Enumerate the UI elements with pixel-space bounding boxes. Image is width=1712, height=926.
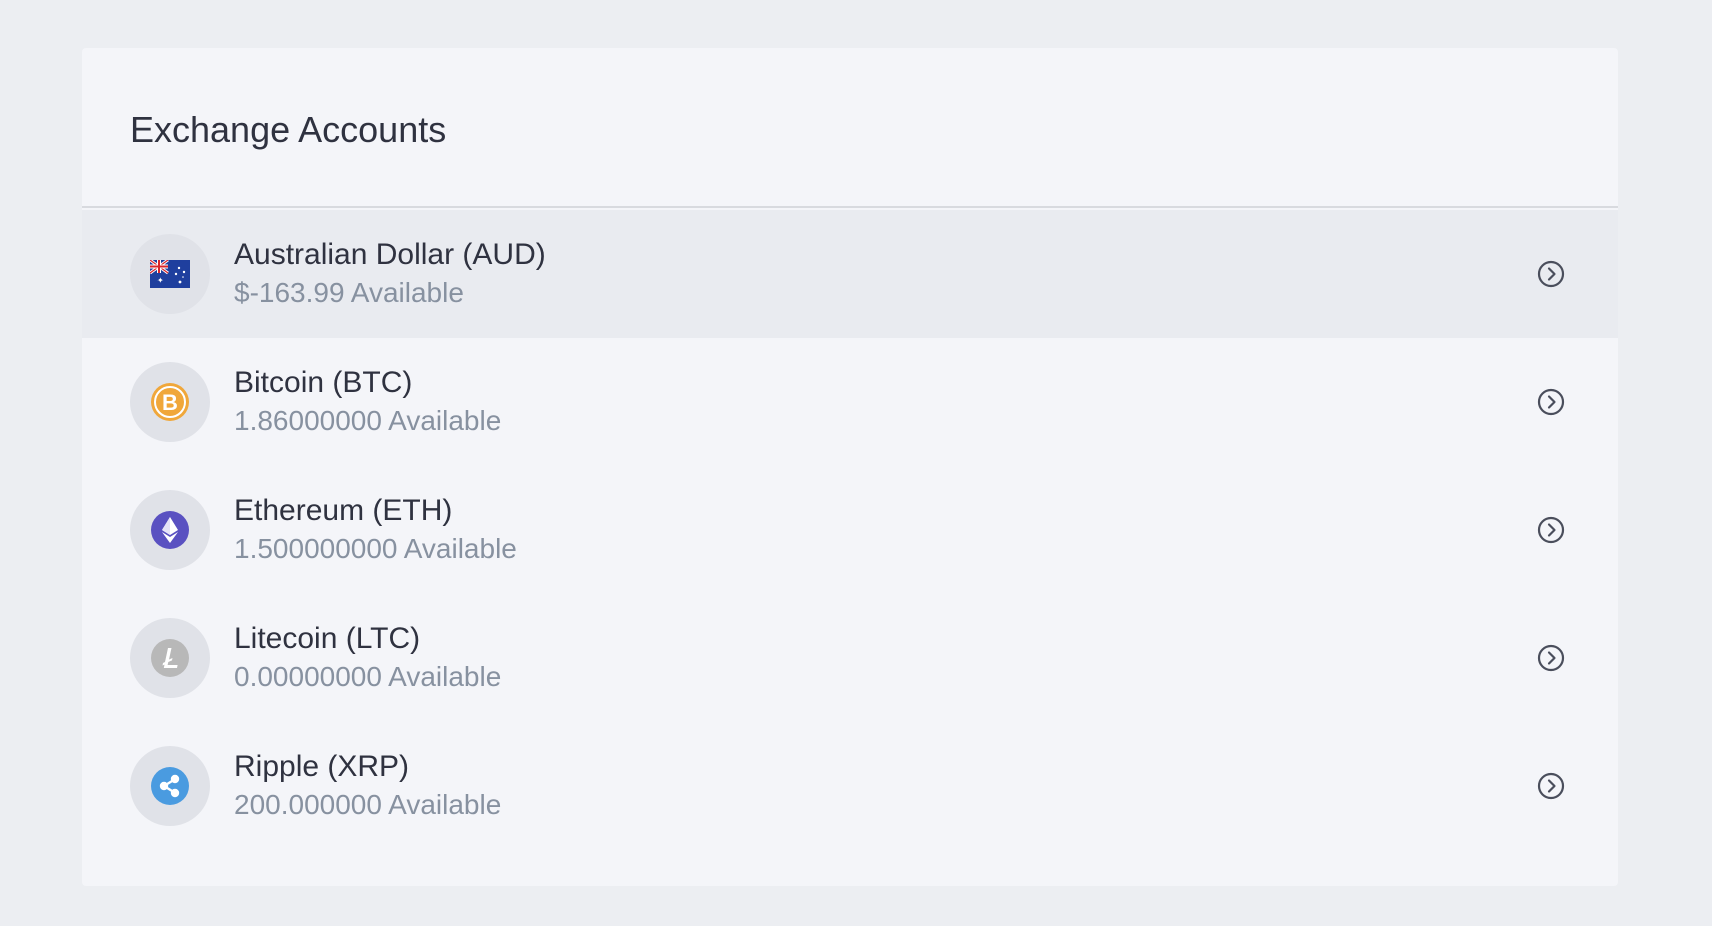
coin-icon-wrapper: ✦ [130,234,210,314]
ripple-icon [151,767,189,805]
account-name: Litecoin (LTC) [234,622,421,655]
account-name: Australian Dollar (AUD) [234,238,546,271]
coin-icon-wrapper [130,618,210,698]
account-name: Ripple (XRP) [234,750,410,783]
chevron-right-icon[interactable] [1536,515,1566,545]
chevron-right-icon[interactable] [1536,387,1566,417]
account-name: Bitcoin (BTC) [234,366,413,399]
account-balance: $-163.99 Available [234,277,464,308]
svg-text:B: B [162,390,178,415]
ethereum-icon [151,511,189,549]
account-text: Ethereum (ETH) 1.500000000 Available [234,492,1536,568]
chevron-right-icon[interactable] [1536,643,1566,673]
account-row-eth[interactable]: Ethereum (ETH) 1.500000000 Available [82,466,1618,594]
card-header: Exchange Accounts [82,48,1618,208]
account-row-ltc[interactable]: Litecoin (LTC) 0.00000000 Available [82,594,1618,722]
chevron-right-icon[interactable] [1536,259,1566,289]
account-text: Bitcoin (BTC) 1.86000000 Available [234,364,1536,440]
coin-icon-wrapper: B [130,362,210,442]
account-text: Ripple (XRP) 200.000000 Available [234,748,1536,824]
coin-icon-wrapper [130,746,210,826]
account-row-btc[interactable]: B Bitcoin (BTC) 1.86000000 Available [82,338,1618,466]
account-row-aud[interactable]: ✦ Australian Dollar (AUD) $-163.99 Avail… [82,210,1618,338]
svg-text:✦: ✦ [157,276,164,285]
au-flag-icon: ✦ [150,260,190,288]
litecoin-icon [151,639,189,677]
account-balance: 1.86000000 Available [234,405,502,436]
exchange-accounts-card: Exchange Accounts ✦ Australian Dollar (A… [82,48,1618,886]
coin-icon-wrapper [130,490,210,570]
account-balance: 1.500000000 Available [234,533,517,564]
account-balance: 200.000000 Available [234,789,502,820]
account-balance: 0.00000000 Available [234,661,502,692]
account-row-xrp[interactable]: Ripple (XRP) 200.000000 Available [82,722,1618,850]
account-text: Litecoin (LTC) 0.00000000 Available [234,620,1536,696]
account-text: Australian Dollar (AUD) $-163.99 Availab… [234,236,1536,312]
bitcoin-icon: B [151,383,189,421]
account-name: Ethereum (ETH) [234,494,453,527]
page-title: Exchange Accounts [130,109,447,150]
account-list: ✦ Australian Dollar (AUD) $-163.99 Avail… [82,210,1618,850]
chevron-right-icon[interactable] [1536,771,1566,801]
